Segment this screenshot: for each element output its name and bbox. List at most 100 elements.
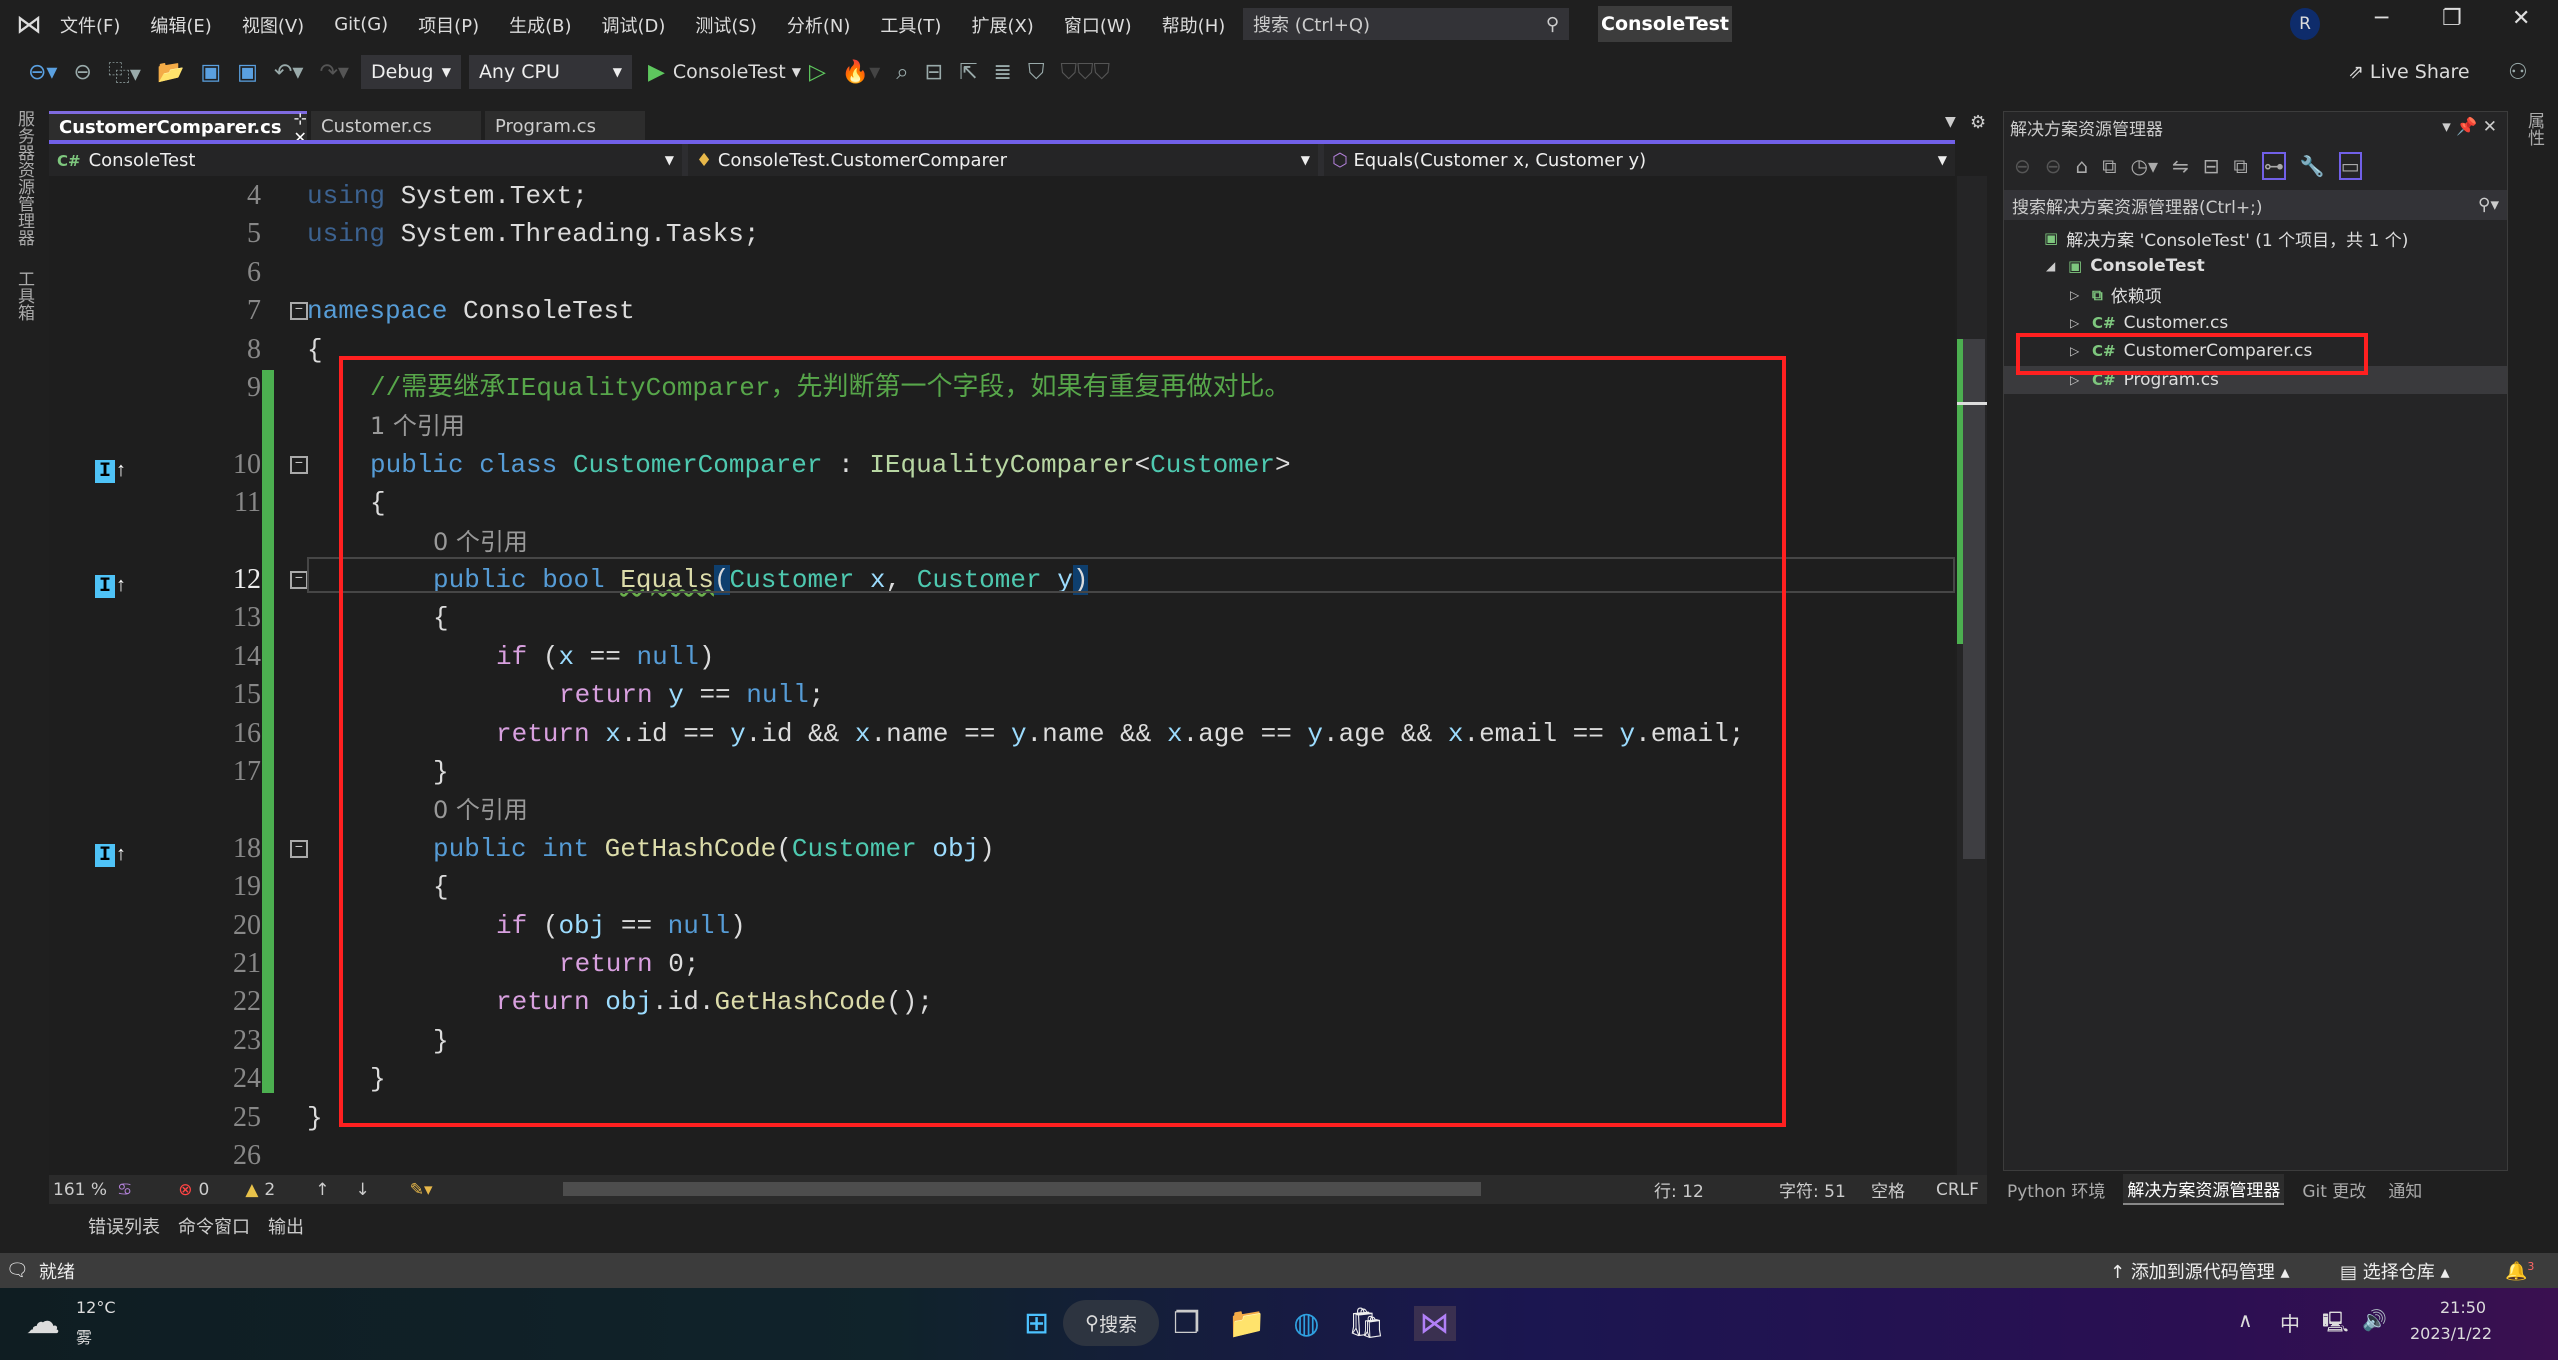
- arrow-up-icon[interactable]: ↑: [315, 1180, 329, 1200]
- collapse-icon[interactable]: −: [290, 571, 308, 589]
- edge-icon[interactable]: ◍: [1293, 1306, 1319, 1341]
- task-view-icon[interactable]: ❐: [1173, 1306, 1200, 1341]
- tree-item[interactable]: ▣ 解决方案 'ConsoleTest' (1 个项目，共 1 个): [2004, 224, 2507, 252]
- expander-icon[interactable]: ▷: [2070, 316, 2092, 330]
- tab-customer-cs[interactable]: Customer.cs: [311, 111, 481, 141]
- restore-button[interactable]: ❐: [2442, 6, 2462, 31]
- save-all-icon[interactable]: ▣: [237, 60, 258, 85]
- back-icon[interactable]: ⊖: [2014, 154, 2031, 178]
- forward-icon[interactable]: ⊖: [73, 60, 91, 85]
- menu-item[interactable]: 文件(F): [60, 12, 120, 38]
- eol-indicator[interactable]: CRLF: [1936, 1180, 1979, 1200]
- new-project-icon[interactable]: ⿻▾: [108, 56, 141, 88]
- properties-tab[interactable]: 属性: [2522, 112, 2547, 146]
- code-line[interactable]: 6: [49, 254, 1955, 292]
- clock-date[interactable]: 2023/1/22: [2410, 1324, 2492, 1343]
- error-count[interactable]: 0: [199, 1180, 210, 1200]
- add-source-control-button[interactable]: ↑ 添加到源代码管理 ▴: [2110, 1258, 2290, 1284]
- project-dropdown[interactable]: C# ConsoleTest ▼: [49, 144, 682, 176]
- gear-icon[interactable]: ⚙: [1970, 112, 1986, 133]
- live-share-button[interactable]: ⇗ Live Share: [2348, 61, 2470, 83]
- collapse-icon[interactable]: −: [290, 302, 308, 321]
- find-icon[interactable]: ⌕: [896, 60, 908, 85]
- collapse-icon[interactable]: ⊟: [2203, 154, 2220, 178]
- menu-item[interactable]: 窗口(W): [1064, 12, 1132, 38]
- class-dropdown[interactable]: ♦ ConsoleTest.CustomerComparer ▼: [688, 144, 1318, 176]
- open-icon[interactable]: 📂: [157, 60, 184, 85]
- collapse-icon[interactable]: −: [290, 455, 308, 474]
- copilot-icon[interactable]: ♋: [117, 1180, 132, 1200]
- tab-program-cs[interactable]: Program.cs: [485, 111, 645, 141]
- visual-studio-icon[interactable]: ⋈: [1413, 1305, 1456, 1341]
- tree-item[interactable]: ◢ ▣ ConsoleTest: [2004, 252, 2507, 280]
- menu-item[interactable]: 分析(N): [787, 12, 851, 38]
- store-icon[interactable]: 🛍: [1348, 1306, 1386, 1341]
- clock-time[interactable]: 21:50: [2440, 1298, 2486, 1317]
- warning-count[interactable]: 2: [264, 1180, 275, 1200]
- solution-tab[interactable]: 解决方案资源管理器: [2123, 1174, 2285, 1205]
- bottom-tab[interactable]: 错误列表: [88, 1213, 160, 1239]
- ime-indicator[interactable]: 中: [2280, 1308, 2300, 1337]
- search-input[interactable]: 搜索 (Ctrl+Q) ⚲: [1243, 8, 1569, 40]
- save-icon[interactable]: ▣: [200, 60, 221, 85]
- bottom-tab[interactable]: 输出: [268, 1213, 304, 1239]
- forward-icon[interactable]: ⊖: [2045, 154, 2062, 178]
- collapse-icon[interactable]: −: [290, 839, 308, 858]
- start-without-debug-icon[interactable]: ▷: [809, 60, 826, 85]
- implementation-marker-icon[interactable]: I ↑: [95, 453, 127, 483]
- home-icon[interactable]: ⌂: [2076, 154, 2089, 178]
- pending-changes-icon[interactable]: ◷▾: [2131, 154, 2159, 178]
- code-line[interactable]: 5 using System.Threading.Tasks;: [49, 215, 1955, 253]
- feedback-icon[interactable]: ⚇: [2508, 60, 2528, 85]
- panel-controls[interactable]: ▾ 📌 ✕: [2442, 117, 2497, 137]
- code-line[interactable]: 7 − namespace ConsoleTest: [49, 292, 1955, 330]
- volume-icon[interactable]: 🔊: [2362, 1308, 2387, 1332]
- show-all-icon[interactable]: ⊶: [2261, 152, 2286, 180]
- bookmark-icon[interactable]: ⛉: [1028, 60, 1045, 85]
- minimize-button[interactable]: ─: [2375, 6, 2388, 31]
- menu-item[interactable]: Git(G): [334, 14, 388, 35]
- platform-dropdown[interactable]: Any CPU ▼: [468, 55, 632, 89]
- horizontal-scrollbar[interactable]: [563, 1182, 1481, 1196]
- solution-tab[interactable]: Python 环境: [2003, 1175, 2109, 1204]
- redo-icon[interactable]: ↷▾: [319, 60, 348, 85]
- copy-icon[interactable]: ⧉: [2234, 154, 2248, 178]
- config-dropdown[interactable]: Debug ▼: [360, 55, 461, 89]
- menu-item[interactable]: 生成(B): [509, 12, 571, 38]
- expander-icon[interactable]: ◢: [2046, 259, 2068, 273]
- menu-item[interactable]: 编辑(E): [150, 12, 211, 38]
- select-repo-button[interactable]: ▤ 选择仓库 ▴: [2340, 1258, 2450, 1284]
- implementation-marker-icon[interactable]: I ↑: [95, 568, 127, 598]
- step-icon[interactable]: ⇱: [959, 60, 977, 85]
- undo-icon[interactable]: ↶▾: [274, 60, 303, 85]
- solution-tab[interactable]: 通知: [2384, 1175, 2426, 1204]
- code-line[interactable]: 4 using System.Text;: [49, 177, 1955, 215]
- switch-view-icon[interactable]: ⧉: [2102, 154, 2116, 178]
- properties-icon[interactable]: 🔧: [2300, 154, 2325, 178]
- line-indicator[interactable]: 行: 12: [1654, 1177, 1704, 1202]
- run-button[interactable]: ▶ ConsoleTest ▼: [648, 60, 801, 85]
- menu-item[interactable]: 测试(S): [695, 12, 756, 38]
- arrow-down-icon[interactable]: ↓: [356, 1180, 370, 1200]
- file-explorer-icon[interactable]: 📁: [1228, 1306, 1265, 1341]
- menu-item[interactable]: 视图(V): [242, 12, 304, 38]
- sync-icon[interactable]: ⇋: [2172, 154, 2189, 178]
- solution-search-input[interactable]: 搜索解决方案资源管理器(Ctrl+;) ⚲▾: [2004, 190, 2507, 220]
- tree-item[interactable]: ▷ ⧉ 依赖项: [2004, 281, 2507, 309]
- tab-list-icon[interactable]: ▼: [1945, 114, 1956, 130]
- back-icon[interactable]: ⊖▾: [28, 60, 57, 85]
- preview-icon[interactable]: ▭: [2338, 152, 2362, 180]
- error-icon[interactable]: ⊗: [178, 1180, 192, 1200]
- cleanup-icon[interactable]: ✎▾: [410, 1180, 433, 1200]
- tray-chevron-icon[interactable]: ∧: [2238, 1308, 2253, 1332]
- char-indicator[interactable]: 字符: 51: [1779, 1177, 1846, 1202]
- tab-customercomparer-cs[interactable]: CustomerComparer.cs ⊹ ✕: [49, 109, 307, 147]
- network-icon[interactable]: 🖳: [2322, 1308, 2349, 1342]
- toolbox-tab[interactable]: 工具箱: [12, 270, 37, 321]
- menu-item[interactable]: 扩展(X): [971, 12, 1033, 38]
- taskbar-search[interactable]: ⚲ 搜索: [1063, 1300, 1160, 1346]
- menu-item[interactable]: 项目(P): [418, 12, 479, 38]
- warning-icon[interactable]: ▲: [245, 1180, 258, 1200]
- expander-icon[interactable]: ▷: [2070, 288, 2092, 302]
- member-dropdown[interactable]: ⬡ Equals(Customer x, Customer y) ▼: [1324, 144, 1955, 176]
